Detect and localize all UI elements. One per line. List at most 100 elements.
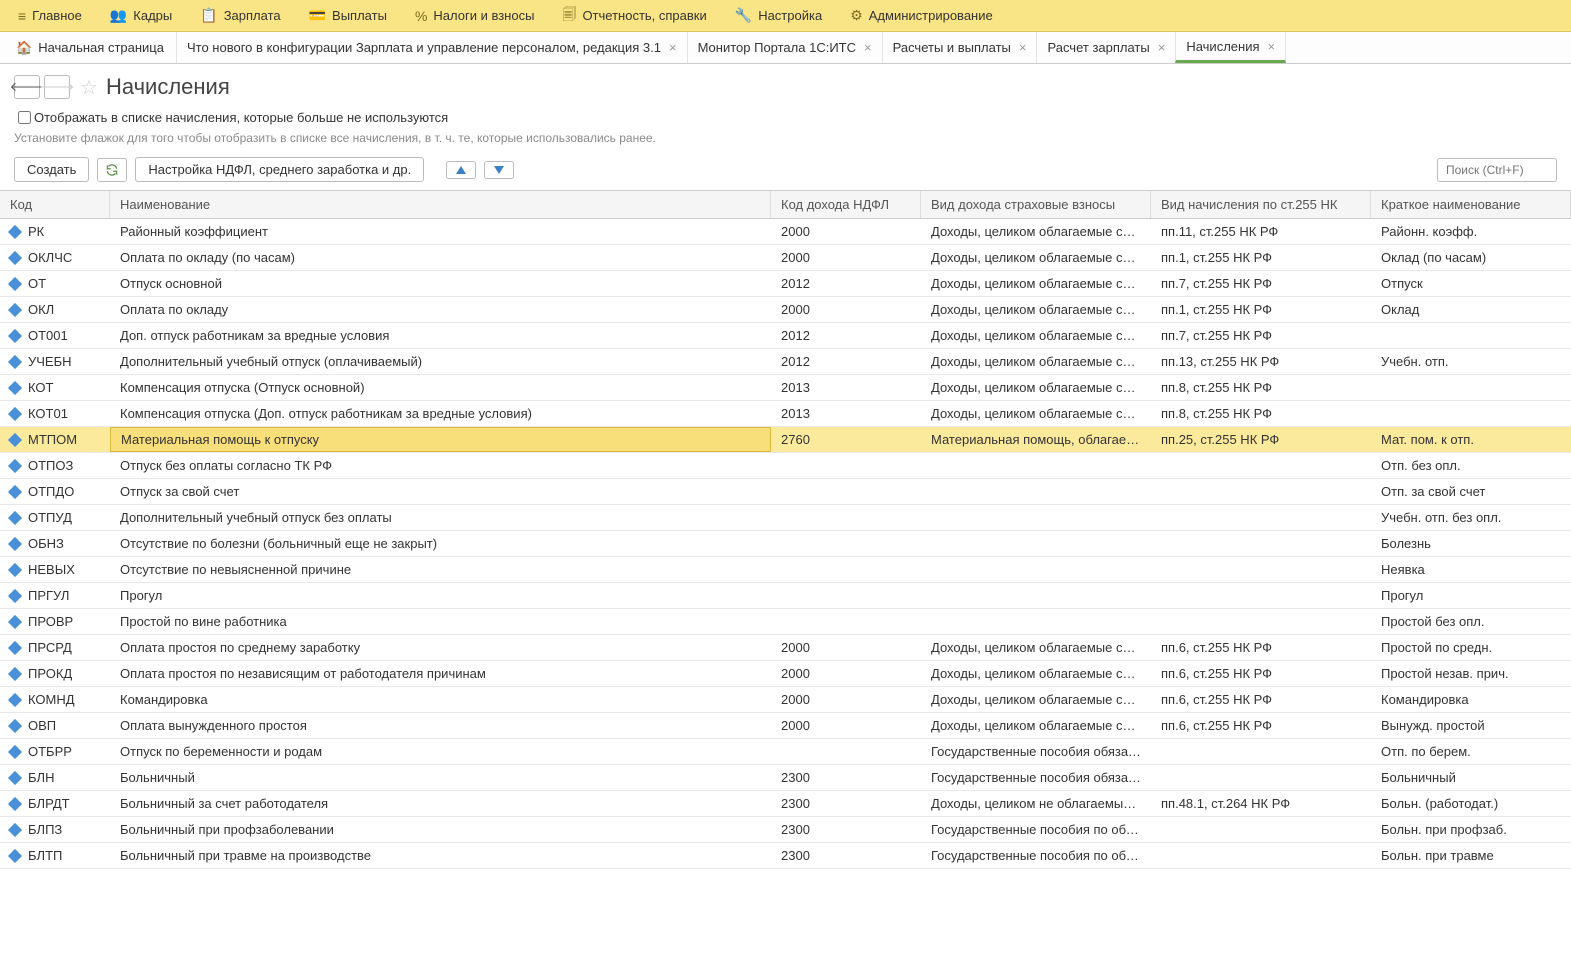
col-header-ndfl[interactable]: Код дохода НДФЛ [771, 191, 921, 218]
cell-code: НЕВЫХ [0, 562, 110, 577]
cell-ndfl: 2000 [771, 302, 921, 317]
refresh-button[interactable] [97, 158, 127, 182]
cell-insurance: Государственные пособия по обязате... [921, 822, 1151, 837]
cell-insurance: Государственные пособия по обязате... [921, 848, 1151, 863]
cell-name: Оплата по окладу [110, 302, 771, 317]
main-menu-item[interactable]: 👥Кадры [96, 0, 186, 31]
table-row[interactable]: БЛПЗБольничный при профзаболевании2300Го… [0, 817, 1571, 843]
table-row[interactable]: ПРОВРПростой по вине работникаПростой бе… [0, 609, 1571, 635]
table-row[interactable]: ОТ001 Доп. отпуск работникам за вредные у… [0, 323, 1571, 349]
item-icon [8, 640, 22, 654]
col-header-name[interactable]: Наименование [110, 191, 771, 218]
table-row[interactable]: ОТПУДДополнительный учебный отпуск без о… [0, 505, 1571, 531]
cell-name: Дополнительный учебный отпуск (оплачивае… [110, 354, 771, 369]
show-obsolete-label[interactable]: Отображать в списке начисления, которые … [34, 110, 448, 125]
main-menu-item[interactable]: 🔧Настройка [721, 0, 836, 31]
cell-st255: пп.6, ст.255 НК РФ [1151, 692, 1371, 707]
table-row[interactable]: ОТОтпуск основной2012Доходы, целиком обл… [0, 271, 1571, 297]
home-tab[interactable]: 🏠 Начальная страница [4, 32, 176, 63]
item-icon [8, 432, 22, 446]
close-icon[interactable]: × [864, 40, 872, 55]
nav-back-button[interactable]: 🡐 [14, 75, 40, 99]
home-tab-label: Начальная страница [38, 40, 164, 55]
ndfl-settings-button[interactable]: Настройка НДФЛ, среднего заработка и др. [135, 157, 424, 182]
close-icon[interactable]: × [1158, 40, 1166, 55]
table-row[interactable]: РКРайонный коэффициент2000Доходы, целико… [0, 219, 1571, 245]
cell-short: Учебн. отп. без опл. [1371, 510, 1571, 525]
code-text: ОТПДО [28, 484, 74, 499]
code-text: ОБНЗ [28, 536, 64, 551]
table-row[interactable]: ОВПОплата вынужденного простоя2000Доходы… [0, 713, 1571, 739]
cell-short: Неявка [1371, 562, 1571, 577]
show-obsolete-checkbox[interactable] [18, 111, 31, 124]
create-button[interactable]: Создать [14, 157, 89, 182]
main-menu-item[interactable]: ≡Главное [4, 0, 96, 31]
item-icon [8, 224, 22, 238]
close-icon[interactable]: × [669, 40, 677, 55]
main-menu-item[interactable]: 📋Зарплата [186, 0, 294, 31]
tab[interactable]: Расчет зарплаты × [1036, 32, 1176, 63]
cell-code: ПРСРД [0, 640, 110, 655]
cell-insurance: Материальная помощь, облагаемая с... [921, 432, 1151, 447]
cell-code: ОТПУД [0, 510, 110, 525]
cell-name: Доп. отпуск работникам за вредные услови… [110, 328, 771, 343]
table-row[interactable]: ОТБРРОтпуск по беременности и родамГосуд… [0, 739, 1571, 765]
tab[interactable]: Начисления× [1175, 32, 1286, 63]
main-menu-item[interactable]: %Налоги и взносы [401, 0, 549, 31]
close-icon[interactable]: × [1268, 39, 1276, 54]
cell-name: Больничный за счет работодателя [110, 796, 771, 811]
col-header-short[interactable]: Краткое наименование [1371, 191, 1571, 218]
table-row[interactable]: ОКЛОплата по окладу2000Доходы, целиком о… [0, 297, 1571, 323]
col-header-st255[interactable]: Вид начисления по ст.255 НК [1151, 191, 1371, 218]
table-row[interactable]: КОМНДКомандировка2000Доходы, целиком обл… [0, 687, 1571, 713]
table-row[interactable]: КОТКомпенсация отпуска (Отпуск основной)… [0, 375, 1571, 401]
cell-code: ОТПДО [0, 484, 110, 499]
table-row[interactable]: БЛНБольничный2300Государственные пособия… [0, 765, 1571, 791]
table-row[interactable]: ОБНЗОтсутствие по болезни (больничный ещ… [0, 531, 1571, 557]
item-icon [8, 302, 22, 316]
cell-short: Командировка [1371, 692, 1571, 707]
col-header-code[interactable]: Код [0, 191, 110, 218]
nav-forward-button[interactable]: 🡒 [44, 75, 70, 99]
table-row[interactable]: КОТ01Компенсация отпуска (Доп. отпуск ра… [0, 401, 1571, 427]
code-text: ОТ001 [28, 328, 68, 343]
move-up-button[interactable] [446, 161, 476, 179]
col-header-insurance[interactable]: Вид дохода страховые взносы [921, 191, 1151, 218]
table-row[interactable]: ОТПОЗОтпуск без оплаты согласно ТК РФОтп… [0, 453, 1571, 479]
table-row[interactable]: ПРСРДОплата простоя по среднему заработк… [0, 635, 1571, 661]
table-row[interactable]: ОКЛЧСОплата по окладу (по часам)2000Дохо… [0, 245, 1571, 271]
code-text: ОВП [28, 718, 56, 733]
table-row[interactable]: ПРГУЛПрогулПрогул [0, 583, 1571, 609]
cell-short: Учебн. отп. [1371, 354, 1571, 369]
table-row[interactable]: ОТПДООтпуск за свой счетОтп. за свой сче… [0, 479, 1571, 505]
main-menu-item[interactable]: 💳Выплаты [295, 0, 401, 31]
table-row[interactable]: ПРОКДОплата простоя по независящим от ра… [0, 661, 1571, 687]
move-down-button[interactable] [484, 161, 514, 179]
search-input[interactable] [1437, 158, 1557, 182]
cell-name: Отпуск без оплаты согласно ТК РФ [110, 458, 771, 473]
close-icon[interactable]: × [1019, 40, 1027, 55]
cell-ndfl: 2300 [771, 770, 921, 785]
item-icon [8, 510, 22, 524]
favorite-star-icon[interactable]: ☆ [80, 75, 98, 100]
cell-name: Прогул [110, 588, 771, 603]
main-menu-item[interactable]: ⚙Администрирование [836, 0, 1007, 31]
tab-label: Расчет зарплаты [1047, 40, 1149, 55]
tab[interactable]: Монитор Портала 1С:ИТС× [687, 32, 883, 63]
table-row[interactable]: НЕВЫХОтсутствие по невыясненной причинеН… [0, 557, 1571, 583]
cell-name: Простой по вине работника [110, 614, 771, 629]
code-text: ПРСРД [28, 640, 72, 655]
code-text: НЕВЫХ [28, 562, 75, 577]
tab[interactable]: Что нового в конфигурации Зарплата и упр… [176, 32, 688, 63]
main-menu-item[interactable]: 🗐Отчетность, справки [548, 0, 720, 31]
table-row[interactable]: БЛРДТБольничный за счет работодателя2300… [0, 791, 1571, 817]
table-row[interactable]: БЛТПБольничный при травме на производств… [0, 843, 1571, 869]
cell-code: КОМНД [0, 692, 110, 707]
refresh-icon [105, 163, 119, 177]
cell-ndfl: 2300 [771, 848, 921, 863]
item-icon [8, 380, 22, 394]
tab[interactable]: Расчеты и выплаты× [882, 32, 1038, 63]
table-row[interactable]: МТПОММатериальная помощь к отпуску2760Ма… [0, 427, 1571, 453]
table-row[interactable]: УЧЕБНДополнительный учебный отпуск (опла… [0, 349, 1571, 375]
cell-st255: пп.25, ст.255 НК РФ [1151, 432, 1371, 447]
